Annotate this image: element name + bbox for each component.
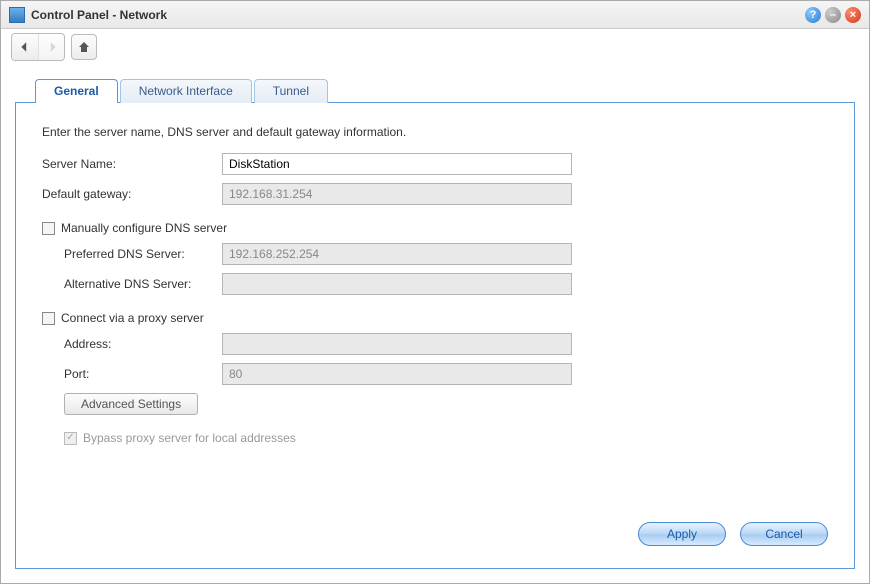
row-proxy-port: Port: <box>42 363 828 385</box>
proxy-checkbox[interactable]: ✓ <box>42 312 55 325</box>
manual-dns-label: Manually configure DNS server <box>61 221 227 235</box>
row-manual-dns: ✓ Manually configure DNS server <box>42 221 828 235</box>
footer: Apply Cancel <box>42 502 828 546</box>
bypass-proxy-label: Bypass proxy server for local addresses <box>83 431 296 445</box>
manual-dns-checkbox[interactable]: ✓ <box>42 222 55 235</box>
row-default-gateway: Default gateway: <box>42 183 828 205</box>
home-button[interactable] <box>71 34 97 60</box>
tab-tunnel[interactable]: Tunnel <box>254 79 328 103</box>
toolbar <box>1 29 869 65</box>
row-proxy: ✓ Connect via a proxy server <box>42 311 828 325</box>
default-gateway-label: Default gateway: <box>42 187 222 201</box>
home-icon <box>78 41 90 53</box>
alternative-dns-label: Alternative DNS Server: <box>64 277 222 291</box>
panel-general: Enter the server name, DNS server and de… <box>15 102 855 569</box>
app-icon <box>9 7 25 23</box>
proxy-label: Connect via a proxy server <box>61 311 204 325</box>
proxy-port-label: Port: <box>64 367 222 381</box>
advanced-settings-button[interactable]: Advanced Settings <box>64 393 198 415</box>
titlebar: Control Panel - Network ? – × <box>1 1 869 29</box>
cancel-button[interactable]: Cancel <box>740 522 828 546</box>
forward-button[interactable] <box>38 34 64 60</box>
tab-general[interactable]: General <box>35 79 118 103</box>
alternative-dns-input <box>222 273 572 295</box>
tab-network-interface[interactable]: Network Interface <box>120 79 252 103</box>
arrow-right-icon <box>46 41 58 53</box>
minimize-button[interactable]: – <box>825 7 841 23</box>
close-button[interactable]: × <box>845 7 861 23</box>
proxy-address-label: Address: <box>64 337 222 351</box>
back-button[interactable] <box>12 34 38 60</box>
tab-strip: General Network Interface Tunnel <box>15 79 855 103</box>
content: General Network Interface Tunnel Enter t… <box>1 65 869 583</box>
help-button[interactable]: ? <box>805 7 821 23</box>
row-server-name: Server Name: <box>42 153 828 175</box>
nav-group <box>11 33 65 61</box>
server-name-input[interactable] <box>222 153 572 175</box>
apply-button[interactable]: Apply <box>638 522 726 546</box>
row-proxy-address: Address: <box>42 333 828 355</box>
proxy-address-input <box>222 333 572 355</box>
arrow-left-icon <box>19 41 31 53</box>
window-title: Control Panel - Network <box>31 8 805 22</box>
instruction-text: Enter the server name, DNS server and de… <box>42 125 828 139</box>
default-gateway-input <box>222 183 572 205</box>
server-name-label: Server Name: <box>42 157 222 171</box>
row-advanced-settings: Advanced Settings <box>42 393 828 415</box>
row-preferred-dns: Preferred DNS Server: <box>42 243 828 265</box>
row-alternative-dns: Alternative DNS Server: <box>42 273 828 295</box>
window-buttons: ? – × <box>805 7 861 23</box>
preferred-dns-input <box>222 243 572 265</box>
bypass-proxy-checkbox: ✓ <box>64 432 77 445</box>
preferred-dns-label: Preferred DNS Server: <box>64 247 222 261</box>
window: Control Panel - Network ? – × General Ne… <box>0 0 870 584</box>
proxy-port-input <box>222 363 572 385</box>
row-bypass-proxy: ✓ Bypass proxy server for local addresse… <box>42 431 828 445</box>
